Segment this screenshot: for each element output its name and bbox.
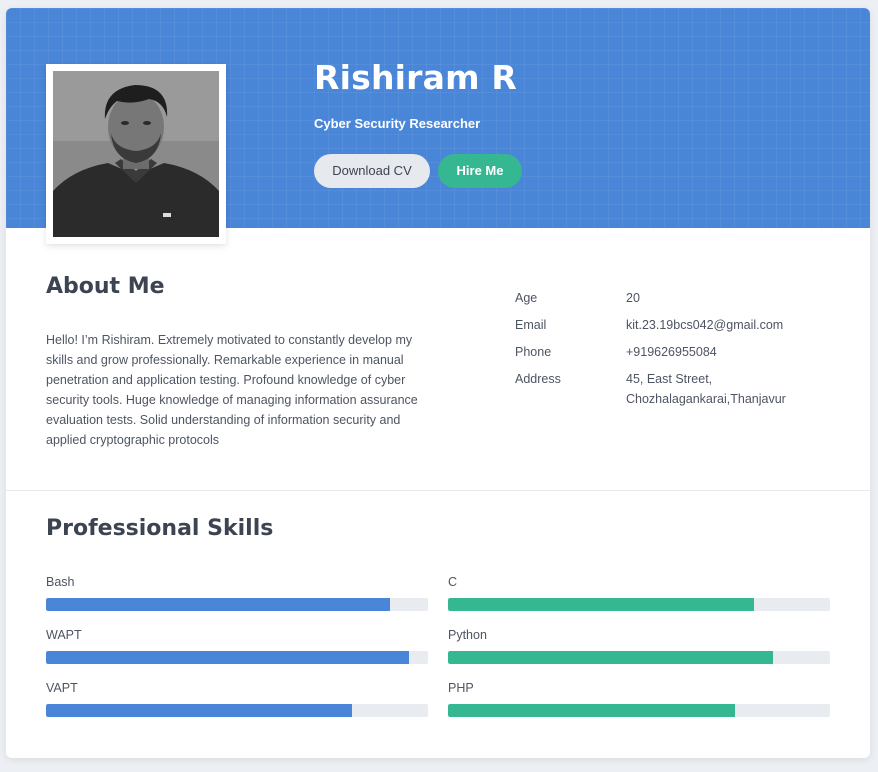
skill-bar: [46, 598, 390, 611]
skill-label: VAPT: [46, 681, 78, 695]
skill-python: Python: [448, 627, 830, 664]
info-label: Phone: [515, 345, 552, 359]
info-row-email: Email kit.23.19bcs042@gmail.com: [515, 315, 855, 335]
hire-me-button[interactable]: Hire Me: [438, 154, 522, 188]
info-label: Age: [515, 291, 538, 305]
about-title: About Me: [46, 274, 165, 299]
about-text: Hello! I’m Rishiram. Extremely motivated…: [46, 333, 418, 447]
skills-title: Professional Skills: [46, 516, 274, 541]
skill-label: WAPT: [46, 628, 82, 642]
skill-c: C: [448, 574, 830, 611]
info-value: 45, East Street, Chozhalagankarai,Thanja…: [626, 372, 786, 406]
download-cv-button[interactable]: Download CV: [314, 154, 430, 188]
skill-vapt: VAPT: [46, 680, 428, 717]
skill-track: [448, 598, 830, 611]
skill-track: [448, 704, 830, 717]
skill-track: [46, 598, 428, 611]
skill-track: [46, 651, 428, 664]
skill-php: PHP: [448, 680, 830, 717]
profile-role: Cyber Security Researcher: [314, 116, 481, 131]
section-divider: [6, 490, 870, 491]
profile-photo-frame: [46, 64, 226, 244]
skill-bar: [46, 651, 409, 664]
person-photo-icon: [53, 71, 219, 237]
skill-wapt: WAPT: [46, 627, 428, 664]
info-value: 20: [626, 291, 640, 305]
resume-card: Rishiram R Cyber Security Researcher Dow…: [6, 8, 870, 758]
profile-photo: [53, 71, 219, 237]
skill-bar: [46, 704, 352, 717]
skill-bar: [448, 598, 754, 611]
skill-label: Python: [448, 628, 487, 642]
info-value: kit.23.19bcs042@gmail.com: [626, 318, 784, 332]
skill-track: [46, 704, 428, 717]
profile-name: Rishiram R: [314, 58, 517, 97]
skill-bar: [448, 704, 735, 717]
skill-bash: Bash: [46, 574, 428, 611]
info-row-phone: Phone +919626955084: [515, 342, 855, 362]
info-label: Email: [515, 318, 547, 332]
info-value: +919626955084: [626, 345, 717, 359]
skill-label: C: [448, 575, 458, 589]
skill-label: PHP: [448, 681, 474, 695]
info-row-address: Address 45, East Street, Chozhalagankara…: [515, 369, 855, 409]
info-label: Address: [515, 372, 561, 386]
info-row-age: Age 20: [515, 288, 855, 308]
skill-track: [448, 651, 830, 664]
skill-bar: [448, 651, 773, 664]
skill-label: Bash: [46, 575, 75, 589]
personal-info: Age 20 Email kit.23.19bcs042@gmail.com P…: [515, 288, 855, 416]
